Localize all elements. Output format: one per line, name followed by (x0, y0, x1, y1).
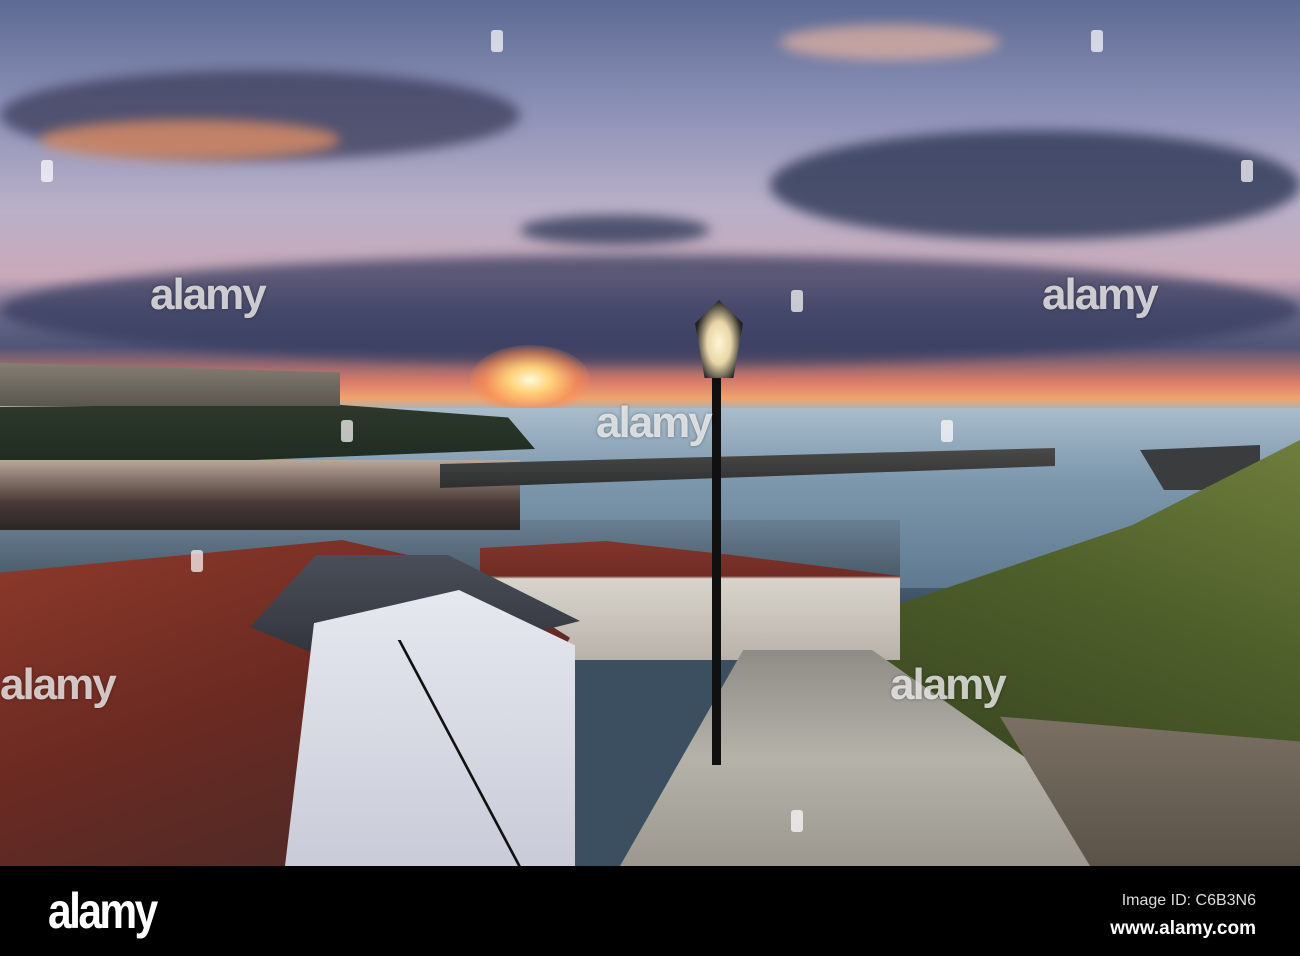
watermark-mark (1241, 160, 1253, 182)
watermark: alamy (596, 398, 713, 447)
cloud (520, 215, 710, 245)
watermark: alamy (150, 270, 267, 319)
watermark-mark (191, 550, 203, 572)
watermark-mark (41, 160, 53, 182)
harbour-sunset-photo: alamy alamy alamy alamy alamy (0, 0, 1300, 866)
watermark: alamy (0, 660, 117, 709)
image-id: Image ID: C6B3N6 (1121, 892, 1256, 909)
alamy-logo: alamy (48, 883, 158, 939)
stock-photo-page: alamy alamy alamy alamy alamy alamy Imag… (0, 0, 1300, 956)
cloud (770, 130, 1300, 240)
watermark: alamy (1042, 270, 1159, 319)
setting-sun (470, 345, 590, 415)
cloud (40, 120, 340, 160)
watermark-mark (791, 290, 803, 312)
watermark-mark (791, 810, 803, 832)
site-url: www.alamy.com (1110, 918, 1256, 939)
footer-bar (0, 866, 1300, 956)
cloud (780, 25, 1000, 60)
watermark-mark (941, 420, 953, 442)
watermark: alamy (890, 660, 1007, 709)
terrace-buildings (0, 362, 340, 406)
watermark-mark (1091, 30, 1103, 52)
watermark-mark (491, 30, 503, 52)
watermark-mark (341, 420, 353, 442)
lamp-post (712, 375, 721, 765)
